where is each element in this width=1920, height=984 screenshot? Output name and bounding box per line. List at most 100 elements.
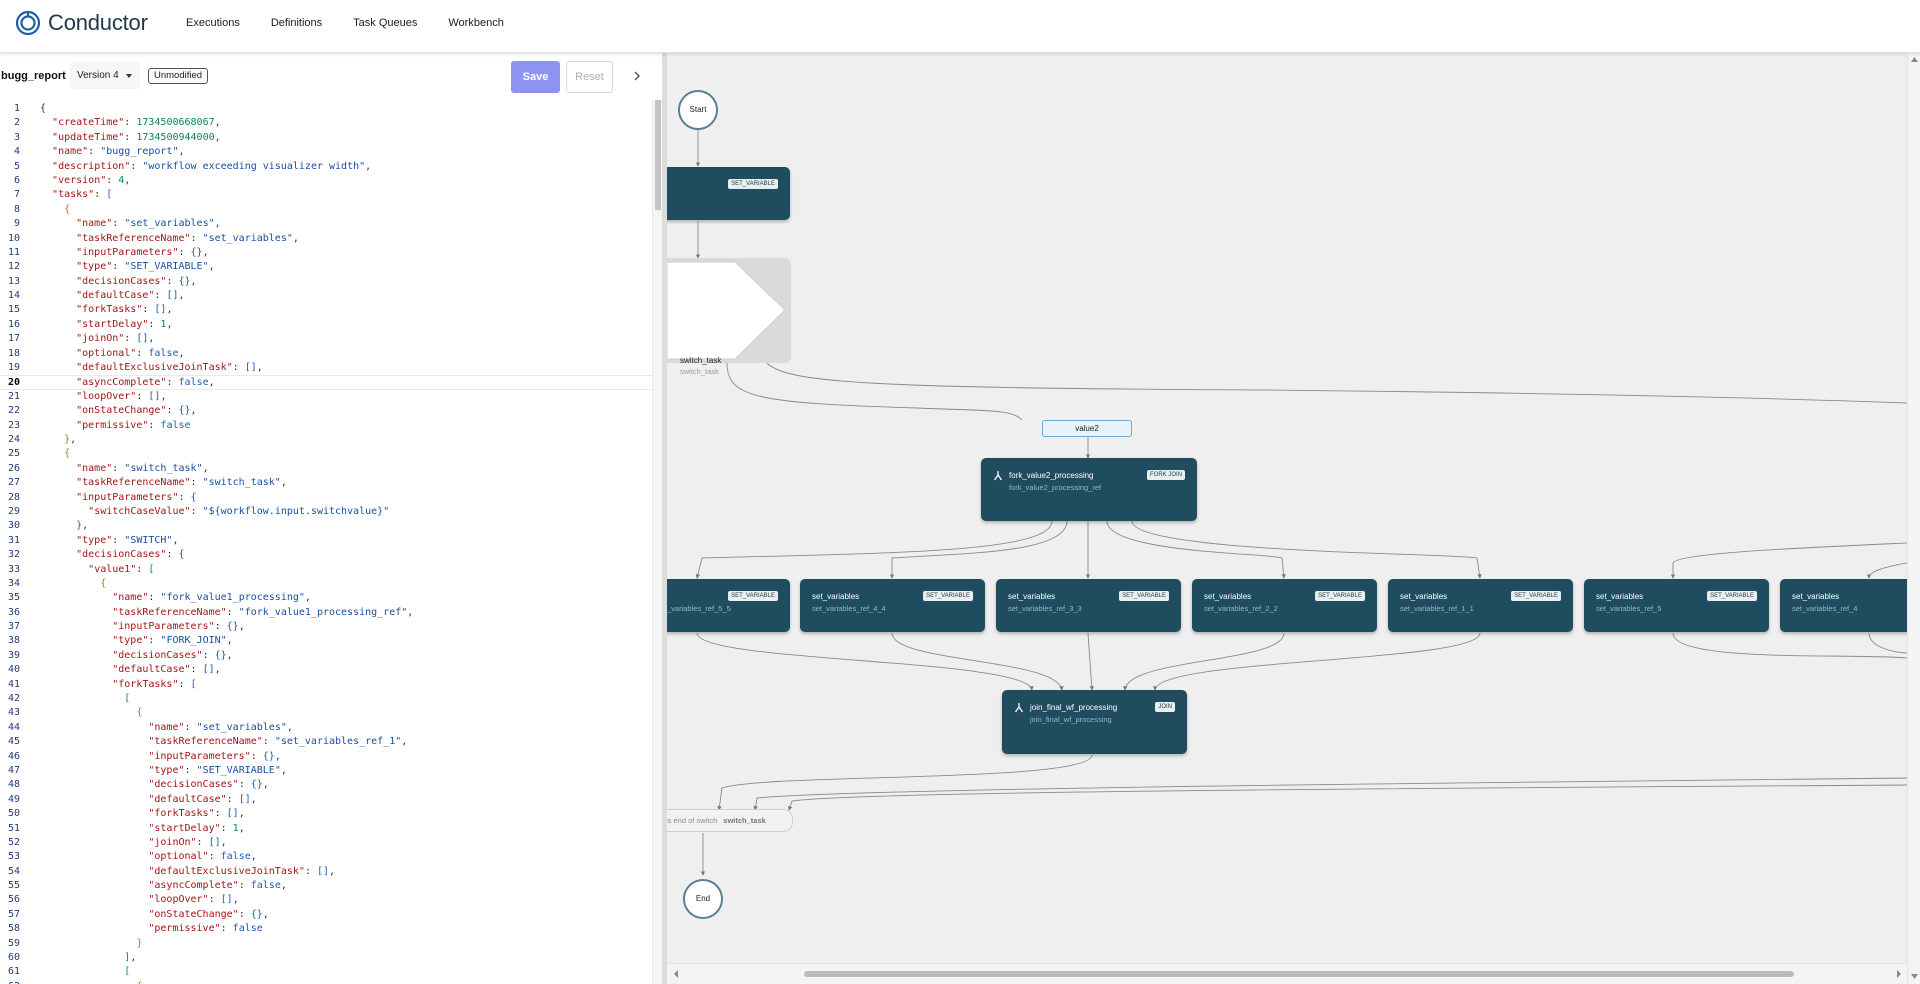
code-line[interactable]: 1{ [0, 102, 652, 116]
code-line[interactable]: 35 "name": "fork_value1_processing", [0, 591, 652, 605]
code-text[interactable]: "createTime": 1734500668067, [40, 116, 221, 130]
code-line[interactable]: 21 "loopOver": [], [0, 390, 652, 404]
code-line[interactable]: 2 "createTime": 1734500668067, [0, 116, 652, 130]
code-line[interactable]: 5 "description": "workflow exceeding vis… [0, 160, 652, 174]
code-text[interactable]: "decisionCases": {}, [40, 649, 232, 663]
code-line[interactable]: 10 "taskReferenceName": "set_variables", [0, 232, 652, 246]
switch-end-node[interactable]: is end of switch switch_task [667, 809, 793, 832]
code-text[interactable]: }, [40, 519, 88, 533]
code-line[interactable]: 28 "inputParameters": { [0, 491, 652, 505]
fork-node[interactable]: fork_value2_processing fork_value2_proce… [981, 458, 1197, 521]
code-line[interactable]: 49 "defaultCase": [], [0, 793, 652, 807]
code-text[interactable]: "decisionCases": { [40, 548, 184, 562]
code-text[interactable]: "joinOn": [], [40, 836, 226, 850]
nav-definitions[interactable]: Definitions [271, 0, 322, 46]
code-line[interactable]: 52 "joinOn": [], [0, 836, 652, 850]
scroll-right-icon[interactable] [1895, 969, 1903, 979]
code-line[interactable]: 57 "onStateChange": {}, [0, 908, 652, 922]
code-line[interactable]: 25 { [0, 447, 652, 461]
code-line[interactable]: 33 "value1": [ [0, 563, 652, 577]
task-node-set-variables[interactable]: SET_VARIABLE [667, 167, 790, 220]
fork-task-node[interactable]: set_variables set_variables_ref_4 [1780, 579, 1907, 632]
code-line[interactable]: 30 }, [0, 519, 652, 533]
nav-executions[interactable]: Executions [186, 0, 240, 46]
code-line[interactable]: 24 }, [0, 433, 652, 447]
code-text[interactable]: }, [40, 433, 76, 447]
editor-vertical-scrollbar[interactable] [652, 100, 662, 984]
code-line[interactable]: 14 "defaultCase": [], [0, 289, 652, 303]
canvas-scroll-thumb[interactable] [804, 971, 1794, 977]
code-text[interactable]: "type": "SWITCH", [40, 534, 178, 548]
code-line[interactable]: 22 "onStateChange": {}, [0, 404, 652, 418]
code-text[interactable]: { [40, 203, 70, 217]
code-text[interactable]: "forkTasks": [], [40, 303, 172, 317]
scroll-left-icon[interactable] [672, 969, 680, 979]
code-line[interactable]: 26 "name": "switch_task", [0, 462, 652, 476]
code-line[interactable]: 29 "switchCaseValue": "${workflow.input.… [0, 505, 652, 519]
editor-scroll-thumb[interactable] [655, 100, 661, 210]
decision-case-label[interactable]: value2 [1042, 420, 1132, 437]
code-text[interactable]: "updateTime": 1734500944000, [40, 131, 221, 145]
code-text[interactable]: ], [40, 951, 136, 965]
code-text[interactable]: "asyncComplete": false, [40, 879, 287, 893]
code-text[interactable]: "description": "workflow exceeding visua… [40, 160, 371, 174]
code-text[interactable]: "permissive": false [40, 922, 262, 936]
code-text[interactable]: "forkTasks": [ [40, 678, 196, 692]
code-line[interactable]: 53 "optional": false, [0, 850, 652, 864]
code-line[interactable]: 54 "defaultExclusiveJoinTask": [], [0, 865, 652, 879]
code-text[interactable]: "name": "set_variables", [40, 721, 293, 735]
code-text[interactable]: "inputParameters": {}, [40, 750, 280, 764]
code-line[interactable]: 34 { [0, 577, 652, 591]
code-line[interactable]: 38 "type": "FORK_JOIN", [0, 634, 652, 648]
code-line[interactable]: 8 { [0, 203, 652, 217]
code-line[interactable]: 44 "name": "set_variables", [0, 721, 652, 735]
code-text[interactable]: "inputParameters": { [40, 491, 196, 505]
code-line[interactable]: 47 "type": "SET_VARIABLE", [0, 764, 652, 778]
code-text[interactable]: "type": "FORK_JOIN", [40, 634, 232, 648]
code-line[interactable]: 55 "asyncComplete": false, [0, 879, 652, 893]
code-text[interactable]: { [40, 980, 142, 984]
code-text[interactable]: "taskReferenceName": "switch_task", [40, 476, 287, 490]
code-text[interactable]: "permissive": false [40, 419, 190, 433]
reset-button[interactable]: Reset [566, 61, 613, 93]
code-line[interactable]: 13 "decisionCases": {}, [0, 275, 652, 289]
save-button[interactable]: Save [511, 61, 560, 93]
code-text[interactable]: "forkTasks": [], [40, 807, 244, 821]
code-text[interactable]: "defaultCase": [], [40, 289, 184, 303]
code-line[interactable]: 11 "inputParameters": {}, [0, 246, 652, 260]
code-text[interactable]: "name": "bugg_report", [40, 145, 184, 159]
code-text[interactable]: "loopOver": [], [40, 390, 166, 404]
workflow-diagram-canvas[interactable]: Start SET_VARIABLE switch_task switch_ta… [667, 53, 1907, 963]
code-line[interactable]: 50 "forkTasks": [], [0, 807, 652, 821]
code-text[interactable]: "defaultCase": [], [40, 793, 256, 807]
code-line[interactable]: 40 "defaultCase": [], [0, 663, 652, 677]
code-text[interactable]: "asyncComplete": false, [40, 376, 215, 390]
code-lines[interactable]: 1{2 "createTime": 1734500668067, 3 "updat… [0, 102, 652, 984]
code-line[interactable]: 39 "decisionCases": {}, [0, 649, 652, 663]
code-text[interactable]: "name": "set_variables", [40, 217, 221, 231]
fork-task-node[interactable]: set_variables set_variables_ref_4_4 SET_… [800, 579, 985, 632]
fork-task-node[interactable]: set_variables set_variables_ref_2_2 SET_… [1192, 579, 1377, 632]
fork-task-node[interactable]: set_variables set_variables_ref_3_3 SET_… [996, 579, 1181, 632]
start-node[interactable]: Start [678, 90, 718, 130]
code-line[interactable]: 31 "type": "SWITCH", [0, 534, 652, 548]
scroll-up-icon[interactable] [1910, 56, 1919, 63]
end-node[interactable]: End [683, 879, 723, 919]
code-text[interactable]: "onStateChange": {}, [40, 908, 268, 922]
code-line[interactable]: 7 "tasks": [ [0, 188, 652, 202]
code-text[interactable]: "name": "fork_value1_processing", [40, 591, 311, 605]
brand-logo[interactable]: Conductor [14, 9, 148, 37]
code-text[interactable]: "tasks": [ [40, 188, 112, 202]
code-line[interactable]: 32 "decisionCases": { [0, 548, 652, 562]
code-text[interactable]: "inputParameters": {}, [40, 246, 208, 260]
code-line[interactable]: 15 "forkTasks": [], [0, 303, 652, 317]
code-text[interactable]: } [40, 937, 142, 951]
code-line[interactable]: 62 { [0, 980, 652, 984]
code-text[interactable]: "decisionCases": {}, [40, 778, 268, 792]
code-text[interactable]: "joinOn": [], [40, 332, 154, 346]
code-line[interactable]: 43 { [0, 706, 652, 720]
code-line[interactable]: 46 "inputParameters": {}, [0, 750, 652, 764]
code-text[interactable]: "taskReferenceName": "set_variables_ref_… [40, 735, 407, 749]
code-text[interactable]: { [40, 447, 70, 461]
fork-task-node[interactable]: set_variables_ref_5_5 SET_VARIABLE [667, 579, 790, 632]
